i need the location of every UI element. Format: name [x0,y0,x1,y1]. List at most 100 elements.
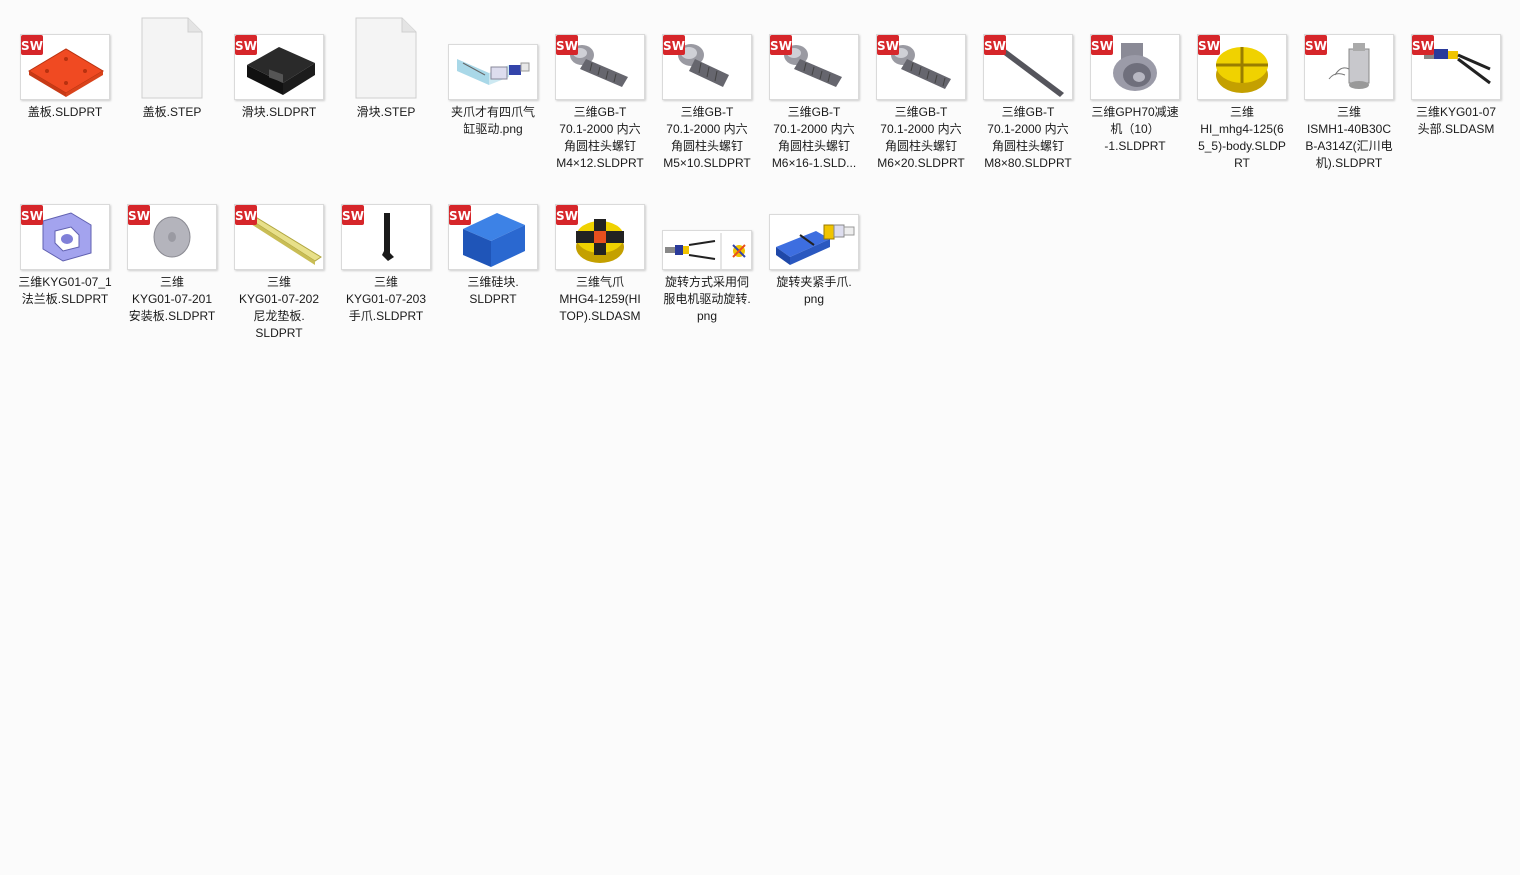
socket-head-screw-thumbnail: SW [555,34,645,100]
solidworks-badge-icon: SW [1305,35,1327,55]
file-item-gripper-png[interactable]: 夹爪才有四爪气 缸驱动.png [443,10,543,138]
file-label: 三维 KYG01-07-201 安装板.SLDPRT [128,275,216,323]
svg-text:SW: SW [449,209,471,223]
file-item-silicon-block[interactable]: SW 三维硅块. SLDPRT [443,180,543,308]
file-item-screw-m8x80[interactable]: SW 三维GB-T 70.1-2000 内六 角圆柱头螺钉 M8×80.SLDP… [978,10,1078,172]
red-cover-plate-thumbnail: SW [20,34,110,100]
blank-document-icon [140,16,204,100]
file-item-chuck-body[interactable]: SW 三维 HI_mhg4-125(6 5_5)-body.SLDP RT [1192,10,1292,172]
yellow-chuck-thumbnail: SW [1197,34,1287,100]
blank-document-icon [354,16,418,100]
solidworks-badge-icon: SW [877,35,899,55]
file-label: 旋转夹紧手爪. png [776,275,852,306]
solidworks-badge-icon: SW [556,35,578,55]
reducer-thumbnail: SW [1090,34,1180,100]
nylon-pad-thumbnail: SW [234,204,324,270]
file-item-finger-claw[interactable]: SW 三维 KYG01-07-203 手爪.SLDPRT [336,180,436,325]
file-item-screw-m4x12[interactable]: SW 三维GB-T 70.1-2000 内六 角圆柱头螺钉 M4×12.SLDP… [550,10,650,172]
solidworks-badge-icon: SW [21,205,43,225]
file-label: 三维GPH70减速 机（10） -1.SLDPRT [1091,105,1179,153]
file-item-flange-plate[interactable]: SW 三维KYG01-07_1 法兰板.SLDPRT [15,180,115,308]
svg-text:SW: SW [984,39,1006,53]
socket-head-screw-thumbnail: SW [876,34,966,100]
solidworks-badge-icon: SW [235,35,257,55]
socket-head-screw-thumbnail: SW [769,34,859,100]
file-item-screw-m6x20[interactable]: SW 三维GB-T 70.1-2000 内六 角圆柱头螺钉 M6×20.SLDP… [871,10,971,172]
solidworks-badge-icon: SW [984,35,1006,55]
svg-text:SW: SW [556,39,578,53]
solidworks-badge-icon: SW [235,205,257,225]
file-label: 三维 ISMH1-40B30C B-A314Z(汇川电 机).SLDPRT [1305,105,1393,170]
solidworks-badge-icon: SW [128,205,150,225]
file-label: 夹爪才有四爪气 缸驱动.png [450,105,535,136]
file-label: 三维GB-T 70.1-2000 内六 角圆柱头螺钉 M5×10.SLDPRT [663,105,751,170]
file-item-nylon-pad[interactable]: SW 三维 KYG01-07-202 尼龙垫板. SLDPRT [229,180,329,342]
file-label: 三维KYG01-07_1 法兰板.SLDPRT [18,275,112,306]
file-label: 三维GB-T 70.1-2000 内六 角圆柱头螺钉 M4×12.SLDPRT [556,105,644,170]
socket-head-screw-thumbnail: SW [662,34,752,100]
file-item-slider-sldprt[interactable]: SW 滑块.SLDPRT [229,10,329,121]
finger-claw-thumbnail: SW [341,204,431,270]
gripper-head-assembly-thumbnail: SW [1411,34,1501,100]
long-screw-thumbnail: SW [983,34,1073,100]
file-label: 三维GB-T 70.1-2000 内六 角圆柱头螺钉 M6×20.SLDPRT [877,105,965,170]
svg-text:SW: SW [1091,39,1113,53]
mounting-disc-thumbnail: SW [127,204,217,270]
svg-text:SW: SW [21,209,43,223]
file-explorer-view: { "window_view": "large-icons", "files":… [0,0,1520,875]
svg-text:SW: SW [1305,39,1327,53]
file-item-cover-step[interactable]: 盖板.STEP [122,10,222,121]
rotation-diagram-thumbnail [662,230,752,270]
svg-text:SW: SW [21,39,43,53]
svg-text:SW: SW [342,209,364,223]
flange-plate-thumbnail: SW [20,204,110,270]
blue-block-thumbnail: SW [448,204,538,270]
file-label: 三维GB-T 70.1-2000 内六 角圆柱头螺钉 M6×16-1.SLD..… [771,105,857,170]
svg-text:SW: SW [770,39,792,53]
svg-text:SW: SW [1412,39,1434,53]
file-label: 三维 KYG01-07-202 尼龙垫板. SLDPRT [238,275,320,340]
file-item-servo-motor[interactable]: SW 三维 ISMH1-40B30C B-A314Z(汇川电 机).SLDPRT [1299,10,1399,172]
file-label: 三维气爪 MHG4-1259(HI TOP).SLDASM [559,275,641,323]
file-label: 盖板.STEP [142,105,202,119]
svg-text:SW: SW [663,39,685,53]
solidworks-badge-icon: SW [1412,35,1434,55]
solidworks-badge-icon: SW [449,205,471,225]
solidworks-badge-icon: SW [1091,35,1113,55]
solidworks-badge-icon: SW [770,35,792,55]
file-item-rotary-gripper-png[interactable]: 旋转夹紧手爪. png [764,180,864,308]
file-item-mounting-plate[interactable]: SW 三维 KYG01-07-201 安装板.SLDPRT [122,180,222,325]
svg-text:SW: SW [235,39,257,53]
svg-text:SW: SW [1198,39,1220,53]
solidworks-badge-icon: SW [556,205,578,225]
solidworks-badge-icon: SW [1198,35,1220,55]
file-label: 三维 KYG01-07-203 手爪.SLDPRT [345,275,427,323]
file-item-screw-m5x10[interactable]: SW 三维GB-T 70.1-2000 内六 角圆柱头螺钉 M5×10.SLDP… [657,10,757,172]
solidworks-badge-icon: SW [663,35,685,55]
svg-text:SW: SW [128,209,150,223]
rotary-gripper-image-thumbnail [769,214,859,270]
solidworks-badge-icon: SW [21,35,43,55]
file-item-screw-m6x16[interactable]: SW 三维GB-T 70.1-2000 内六 角圆柱头螺钉 M6×16-1.SL… [764,10,864,172]
file-item-reducer[interactable]: SW 三维GPH70减速 机（10） -1.SLDPRT [1085,10,1185,155]
black-slider-block-thumbnail: SW [234,34,324,100]
gripper-image-thumbnail [448,44,538,100]
file-label: 旋转方式采用伺 服电机驱动旋转. png [663,275,751,323]
file-label: 滑块.STEP [356,105,416,119]
solidworks-badge-icon: SW [342,205,364,225]
file-item-slider-step[interactable]: 滑块.STEP [336,10,436,121]
svg-text:SW: SW [556,209,578,223]
file-label: 三维GB-T 70.1-2000 内六 角圆柱头螺钉 M8×80.SLDPRT [984,105,1072,170]
air-gripper-thumbnail: SW [555,204,645,270]
servo-motor-thumbnail: SW [1304,34,1394,100]
file-label: 三维 HI_mhg4-125(6 5_5)-body.SLDP RT [1198,105,1286,170]
file-item-air-gripper[interactable]: SW 三维气爪 MHG4-1259(HI TOP).SLDASM [550,180,650,325]
file-label: 滑块.SLDPRT [241,105,317,119]
file-item-rotation-diagram[interactable]: 旋转方式采用伺 服电机驱动旋转. png [657,180,757,325]
file-label: 三维KYG01-07 头部.SLDASM [1415,105,1497,136]
svg-text:SW: SW [235,209,257,223]
file-label: 三维硅块. SLDPRT [467,275,519,306]
file-label: 盖板.SLDPRT [27,105,103,119]
file-item-cover-sldprt[interactable]: SW 盖板.SLDPRT [15,10,115,121]
file-item-head-assembly[interactable]: SW 三维KYG01-07 头部.SLDASM [1406,10,1506,138]
